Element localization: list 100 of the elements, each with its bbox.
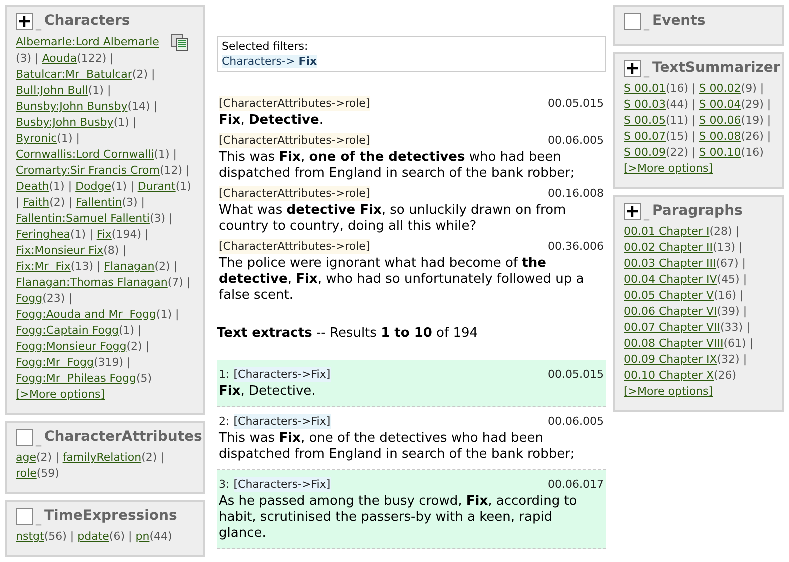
facet-link[interactable]: Byronic — [16, 132, 58, 145]
facet-link[interactable]: Faith — [23, 196, 50, 209]
item-count: (26) — [741, 130, 764, 143]
panel-title: TextSummarizer — [652, 59, 780, 77]
facet-link[interactable]: Bunsby:John Bunsby — [16, 100, 128, 113]
item-count: (23) — [42, 292, 66, 305]
facet-link[interactable]: S 00.06 — [699, 114, 742, 127]
separator: | — [692, 98, 696, 111]
item-count: (2) — [126, 340, 142, 353]
item-count: (19) — [741, 114, 764, 127]
facet-link[interactable]: S 00.09 — [624, 146, 666, 159]
facet-link[interactable]: S 00.02 — [699, 82, 742, 95]
facet-link[interactable]: Fogg:Captain Fogg — [16, 324, 119, 337]
facet-link[interactable]: S 00.10 — [699, 146, 742, 159]
title-marker: _ — [36, 435, 42, 446]
facet-link[interactable]: 00.06 Chapter VI — [624, 305, 718, 318]
facet-link[interactable]: Feringhea — [16, 228, 71, 241]
separator: | — [122, 244, 126, 257]
facet-link[interactable]: Fogg:Monsieur Fogg — [16, 340, 127, 353]
facet-link[interactable]: Cornwallis:Lord Cornwalli — [16, 148, 154, 161]
facet-link[interactable]: S 00.05 — [624, 114, 666, 127]
facet-link[interactable]: 00.02 Chapter II — [624, 241, 713, 254]
annotation-tag: [CharacterAttributes->role] — [219, 186, 370, 201]
item-count: (2) — [132, 68, 148, 81]
facet-link[interactable]: Fallentin:Samuel Fallenti — [16, 212, 150, 225]
item-count: (2) — [36, 451, 52, 464]
facet-link[interactable]: Fallentin — [76, 196, 122, 209]
item-count: (1) — [154, 148, 170, 161]
facet-link[interactable]: Fogg — [16, 292, 43, 305]
facet-link[interactable]: 00.03 Chapter III — [624, 257, 716, 270]
facet-link[interactable]: 00.04 Chapter IV — [624, 273, 718, 286]
facet-link[interactable]: Flanagan — [104, 260, 155, 273]
collapsed-toggle-icon[interactable] — [624, 13, 641, 30]
item-count: (2) — [50, 196, 66, 209]
separator: | — [736, 225, 740, 238]
facet-link[interactable]: Flanagan:Thomas Flanagan — [16, 276, 168, 289]
separator: | — [68, 292, 72, 305]
facet-link[interactable]: Fix — [96, 228, 112, 241]
facet-link[interactable]: Busby:John Busby — [16, 116, 114, 129]
facet-link[interactable]: S 00.03 — [624, 98, 666, 111]
separator: | — [173, 148, 177, 161]
facet-link[interactable]: S 00.07 — [624, 130, 666, 143]
item-count: (9) — [741, 82, 757, 95]
facet-link[interactable]: 00.08 Chapter VIII — [624, 337, 724, 350]
facet-link[interactable]: Durant — [138, 180, 176, 193]
filter-chip[interactable]: Characters-> Fix — [222, 55, 318, 68]
facet-link[interactable]: Fogg:Mr Phileas Fogg — [16, 372, 136, 385]
facet-link[interactable]: Aouda — [42, 52, 78, 65]
facet-link[interactable]: 00.01 Chapter I — [624, 225, 710, 238]
extract-text: As he passed among the busy crowd, Fix, according to habit, scrutinised the passers-by with a keen, rapid glance. — [219, 494, 578, 542]
facet-link[interactable]: 00.10 Chapter X — [624, 369, 714, 382]
separator: | — [186, 164, 190, 177]
facet-link[interactable]: role — [16, 467, 37, 480]
item-count: (122) — [77, 52, 107, 65]
facet-link[interactable]: age — [16, 451, 36, 464]
item-count: (45) — [717, 273, 740, 286]
separator: | — [138, 324, 142, 337]
timestamp: 00.06.005 — [548, 133, 604, 148]
item-count: (319) — [94, 356, 124, 369]
facet-link[interactable]: 00.09 Chapter IX — [624, 353, 718, 366]
result-text: The police were ignorant what had become of the detective, Fix, who had so unfortunately followed up a false scent. — [219, 256, 586, 304]
expand-toggle-icon[interactable] — [624, 60, 641, 77]
more-options-link[interactable]: [>More options] — [624, 385, 714, 398]
item-count: (3) — [150, 212, 166, 225]
more-options-link[interactable]: [>More options] — [16, 388, 106, 401]
copy-icon[interactable] — [171, 34, 190, 51]
facet-link[interactable]: 00.05 Chapter V — [624, 289, 714, 302]
facet-link[interactable]: pn — [136, 530, 150, 543]
collapsed-toggle-icon[interactable] — [16, 429, 33, 446]
timestamp: 00.06.017 — [548, 476, 604, 492]
separator: | — [152, 68, 156, 81]
facet-link[interactable]: S 00.04 — [699, 98, 742, 111]
expand-toggle-icon[interactable] — [16, 13, 33, 30]
facet-link[interactable]: Batulcar:Mr Batulcar — [16, 68, 132, 81]
timestamp: 00.36.006 — [548, 239, 604, 254]
facet-link[interactable]: familyRelation — [62, 451, 142, 464]
more-options-link[interactable]: [>More options] — [624, 162, 714, 175]
facet-link[interactable]: pdate — [78, 530, 110, 543]
facet-link[interactable]: S 00.08 — [699, 130, 742, 143]
facet-link[interactable]: S 00.01 — [624, 82, 666, 95]
results-heading: Text extracts -- Results 1 to 10 of 194 — [217, 325, 480, 343]
facet-link[interactable]: 00.07 Chapter VII — [624, 321, 720, 334]
annotation-tag: [CharacterAttributes->role] — [219, 96, 370, 111]
facet-link[interactable]: Albemarle:Lord Albemarle — [16, 36, 160, 49]
facet-link[interactable]: Cromarty:Sir Francis Crom — [16, 164, 160, 177]
facet-link[interactable]: Fogg:Aouda and Mr Fogg — [16, 308, 156, 321]
expand-toggle-icon[interactable] — [624, 203, 641, 220]
separator: | — [56, 451, 60, 464]
item-count: (16) — [741, 146, 764, 159]
facet-link[interactable]: Bull:John Bull — [16, 84, 88, 97]
item-count: (3) — [16, 52, 32, 65]
facet-link[interactable]: Fix:Mr Fix — [16, 260, 71, 273]
collapsed-toggle-icon[interactable] — [16, 508, 33, 525]
facet-link[interactable]: Death — [16, 180, 50, 193]
facet-link[interactable]: Fix:Monsieur Fix — [16, 244, 104, 257]
separator: | — [146, 340, 150, 353]
facet-link[interactable]: Dodge — [76, 180, 112, 193]
facet-link[interactable]: nstgt — [16, 530, 44, 543]
separator: | — [154, 100, 158, 113]
facet-link[interactable]: Fogg:Mr Fogg — [16, 356, 94, 369]
